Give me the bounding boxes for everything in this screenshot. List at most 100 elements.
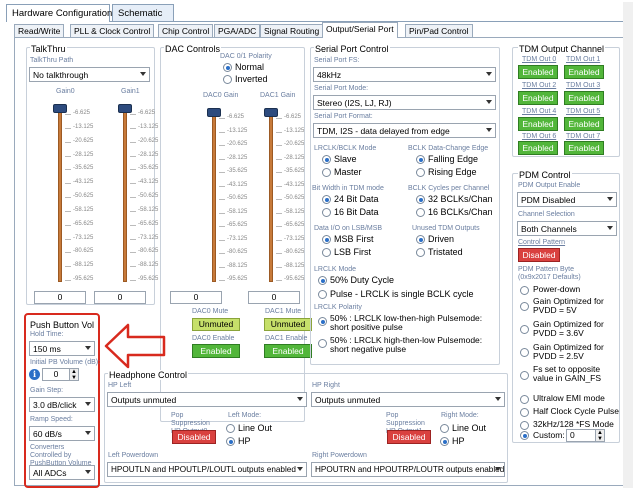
right-lineout-radio[interactable] bbox=[440, 424, 449, 433]
edge-falling-radio[interactable] bbox=[416, 155, 425, 164]
slider-thumb[interactable] bbox=[207, 108, 221, 117]
lsb-first-radio[interactable] bbox=[322, 248, 331, 257]
initial-volume-label: Initial PB Volume (dB): bbox=[30, 359, 101, 366]
gain0-value[interactable]: 0 bbox=[34, 291, 86, 304]
dac1-gain-value[interactable]: 0 bbox=[248, 291, 300, 304]
serial-format-select[interactable]: TDM, I2S - data delayed from edge bbox=[313, 123, 496, 138]
gain1-slider[interactable]: -6.625 -13.125 -20.625 -28.125 -35.625 -43.12… bbox=[117, 98, 158, 288]
serial-mode-select[interactable]: Stereo (I2S, LJ, RJ) bbox=[313, 95, 496, 110]
spinner-icon[interactable]: ▲ ▼ bbox=[69, 368, 79, 381]
control-pattern-button[interactable]: Disabled bbox=[518, 248, 560, 262]
gain1-value[interactable]: 0 bbox=[94, 291, 146, 304]
ramp-speed-select[interactable]: 60 dB/s bbox=[29, 426, 95, 441]
serial-fs-select[interactable]: 48kHz bbox=[313, 67, 496, 82]
tdm-out6-button[interactable]: Enabled bbox=[518, 141, 558, 155]
dac0-mute-button[interactable]: Unmuted bbox=[192, 318, 240, 331]
edge-rising-radio[interactable] bbox=[416, 168, 425, 177]
tdm-out0-button[interactable]: Enabled bbox=[518, 65, 558, 79]
slider-tick-label: -58.125 bbox=[138, 206, 159, 213]
tdm-out3-button[interactable]: Enabled bbox=[564, 91, 604, 105]
tdm-out1-button[interactable]: Enabled bbox=[564, 65, 604, 79]
mode-slave-radio[interactable] bbox=[322, 155, 331, 164]
pulse-radio[interactable] bbox=[318, 290, 327, 299]
slider-track[interactable] bbox=[212, 108, 216, 282]
bit16-radio[interactable] bbox=[322, 208, 331, 217]
initial-volume-input[interactable]: 0 bbox=[42, 368, 70, 381]
spinner-icon[interactable]: ▲ ▼ bbox=[595, 429, 605, 442]
converters-select[interactable]: All ADCs bbox=[29, 465, 95, 480]
tab-schematic[interactable]: Schematic bbox=[112, 4, 174, 21]
pop-left-button[interactable]: Disabled bbox=[172, 430, 216, 444]
info-icon[interactable]: i bbox=[29, 369, 40, 380]
right-powerdown-select[interactable]: HPOUTRN and HPOUTRP/LOUTR outputs enable… bbox=[311, 462, 505, 477]
talkthru-path-select[interactable]: No talkthrough bbox=[29, 67, 150, 82]
pdm-opt4-radio[interactable] bbox=[520, 348, 529, 357]
slider-tick-label: -20.625 bbox=[73, 137, 94, 144]
subtab-pga-adc[interactable]: PGA/ADC bbox=[214, 24, 261, 38]
dac1-gain-slider[interactable]: -6.625 -13.125 -20.625 -28.125 -35.625 -43.12… bbox=[263, 102, 304, 288]
subtab-chip-control[interactable]: Chip Control bbox=[158, 24, 214, 38]
mode-master-radio[interactable] bbox=[322, 168, 331, 177]
subtab-signal-routing[interactable]: Signal Routing bbox=[260, 24, 324, 38]
pdm-opt3-radio[interactable] bbox=[520, 325, 529, 334]
left-hp-radio[interactable] bbox=[226, 437, 235, 446]
dac0-enable-button[interactable]: Enabled bbox=[192, 344, 240, 358]
subtab-output-serial-port[interactable]: Output/Serial Port bbox=[322, 22, 398, 38]
left-lineout-radio[interactable] bbox=[226, 424, 235, 433]
slider-track[interactable] bbox=[123, 104, 127, 282]
bclk16-radio[interactable] bbox=[416, 208, 425, 217]
annotation-arrow-icon bbox=[104, 323, 166, 369]
pdm-opt7-radio[interactable] bbox=[520, 408, 529, 417]
polarity-lowhigh-radio[interactable] bbox=[318, 317, 327, 326]
bit24-radio[interactable] bbox=[322, 195, 331, 204]
slider-thumb[interactable] bbox=[264, 108, 278, 117]
driven-radio[interactable] bbox=[416, 235, 425, 244]
vertical-scrollbar[interactable] bbox=[623, 2, 633, 488]
gain0-slider[interactable]: -6.625 -13.125 -20.625 -28.125 -35.625 -43.12… bbox=[52, 98, 112, 288]
tristated-radio[interactable] bbox=[416, 248, 425, 257]
left-powerdown-select[interactable]: HPOUTLN and HPOUTLP/LOUTL outputs enable… bbox=[107, 462, 307, 477]
tab-hardware-configuration[interactable]: Hardware Configuration bbox=[6, 4, 112, 22]
tdm-out4-button[interactable]: Enabled bbox=[518, 117, 558, 131]
dac0-gain-slider[interactable]: -6.625 -13.125 -20.625 -28.125 -35.625 -43.12… bbox=[206, 102, 261, 288]
tdm-out7-button[interactable]: Enabled bbox=[564, 141, 604, 155]
hold-time-select[interactable]: 150 ms bbox=[29, 341, 95, 356]
slider-tick-label: -20.625 bbox=[138, 137, 159, 144]
pop-right-button[interactable]: Disabled bbox=[387, 430, 431, 444]
subtab-read-write[interactable]: Read/Write bbox=[14, 24, 65, 38]
tdm-out3-label: TDM Out 3 bbox=[566, 82, 601, 89]
pdm-opt6-radio[interactable] bbox=[520, 395, 529, 404]
slider-track[interactable] bbox=[58, 104, 62, 282]
duty50-radio[interactable] bbox=[318, 276, 327, 285]
dac0-gain-value[interactable]: 0 bbox=[170, 291, 222, 304]
polarity-normal-radio[interactable] bbox=[223, 63, 232, 72]
slider-tick-label: -13.125 bbox=[73, 123, 94, 130]
pdm-enable-select[interactable]: PDM Disabled bbox=[517, 192, 617, 207]
tdm-out2-button[interactable]: Enabled bbox=[518, 91, 558, 105]
hp-right-select[interactable]: Outputs unmuted bbox=[311, 392, 505, 407]
subtab-pin-pad-control[interactable]: Pin/Pad Control bbox=[405, 24, 473, 38]
pdm-custom-radio[interactable] bbox=[520, 431, 529, 440]
hp-left-select[interactable]: Outputs unmuted bbox=[107, 392, 307, 407]
bclk-edge-label: BCLK Data-Change Edge bbox=[408, 145, 489, 152]
polarity-inverted-radio[interactable] bbox=[223, 75, 232, 84]
right-hp-radio[interactable] bbox=[440, 437, 449, 446]
polarity-highlow-radio[interactable] bbox=[318, 339, 327, 348]
msb-first-radio[interactable] bbox=[322, 235, 331, 244]
bclk32-radio[interactable] bbox=[416, 195, 425, 204]
tristated-label: Tristated bbox=[428, 247, 463, 257]
slider-thumb[interactable] bbox=[118, 104, 132, 113]
pdm-opt5-radio[interactable] bbox=[520, 371, 529, 380]
subtab-pll-clock[interactable]: PLL & Clock Control bbox=[70, 24, 155, 38]
pdm-opt1-radio[interactable] bbox=[520, 286, 529, 295]
dac1-mute-button[interactable]: Unmuted bbox=[264, 318, 312, 331]
channel-selection-select[interactable]: Both Channels bbox=[517, 221, 617, 236]
slider-track[interactable] bbox=[269, 108, 273, 282]
slider-thumb[interactable] bbox=[53, 104, 67, 113]
slider-tick-label: -35.625 bbox=[227, 168, 248, 174]
gain-step-select[interactable]: 3.0 dB/click bbox=[29, 397, 95, 412]
tdm-out5-button[interactable]: Enabled bbox=[564, 117, 604, 131]
pdm-opt8-radio[interactable] bbox=[520, 421, 529, 430]
pdm-opt2-radio[interactable] bbox=[520, 302, 529, 311]
dac1-enable-button[interactable]: Enabled bbox=[264, 344, 312, 358]
